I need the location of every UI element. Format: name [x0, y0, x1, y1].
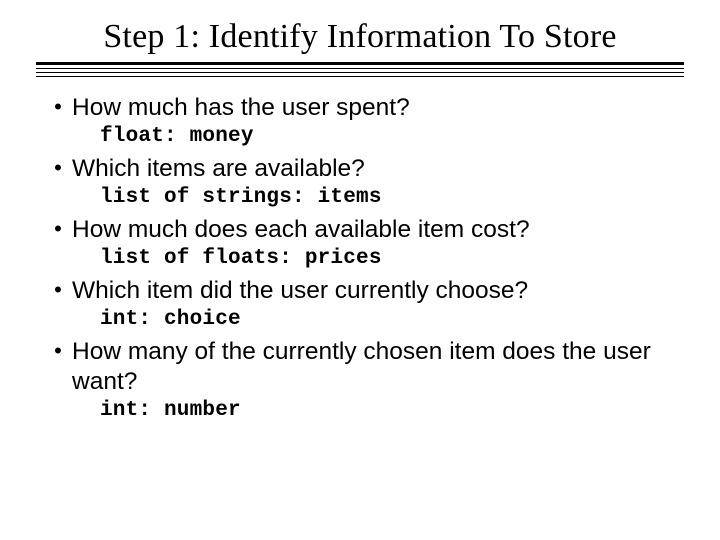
- code-line: list of strings: items: [44, 186, 684, 209]
- code-line: int: choice: [44, 308, 684, 331]
- title-underline-thick: [36, 62, 684, 65]
- bullet-text: Which items are available?: [72, 154, 365, 184]
- title-underline-triple: [36, 68, 684, 77]
- bullet-text: How much does each available item cost?: [72, 215, 530, 245]
- bullet-text: How many of the currently chosen item do…: [72, 337, 684, 397]
- list-item: • How many of the currently chosen item …: [44, 337, 684, 397]
- bullet-text: How much has the user spent?: [72, 93, 410, 123]
- slide-title: Step 1: Identify Information To Store: [36, 18, 684, 56]
- bullet-text: Which item did the user currently choose…: [72, 276, 528, 306]
- list-item: • How much has the user spent?: [44, 93, 684, 123]
- code-line: int: number: [44, 399, 684, 422]
- list-item: • Which item did the user currently choo…: [44, 276, 684, 306]
- code-line: float: money: [44, 125, 684, 148]
- slide-content: • How much has the user spent? float: mo…: [36, 93, 684, 422]
- list-item: • How much does each available item cost…: [44, 215, 684, 245]
- list-item: • Which items are available?: [44, 154, 684, 184]
- bullet-icon: •: [44, 215, 72, 243]
- bullet-icon: •: [44, 276, 72, 304]
- bullet-icon: •: [44, 337, 72, 365]
- bullet-icon: •: [44, 154, 72, 182]
- code-line: list of floats: prices: [44, 247, 684, 270]
- bullet-icon: •: [44, 93, 72, 121]
